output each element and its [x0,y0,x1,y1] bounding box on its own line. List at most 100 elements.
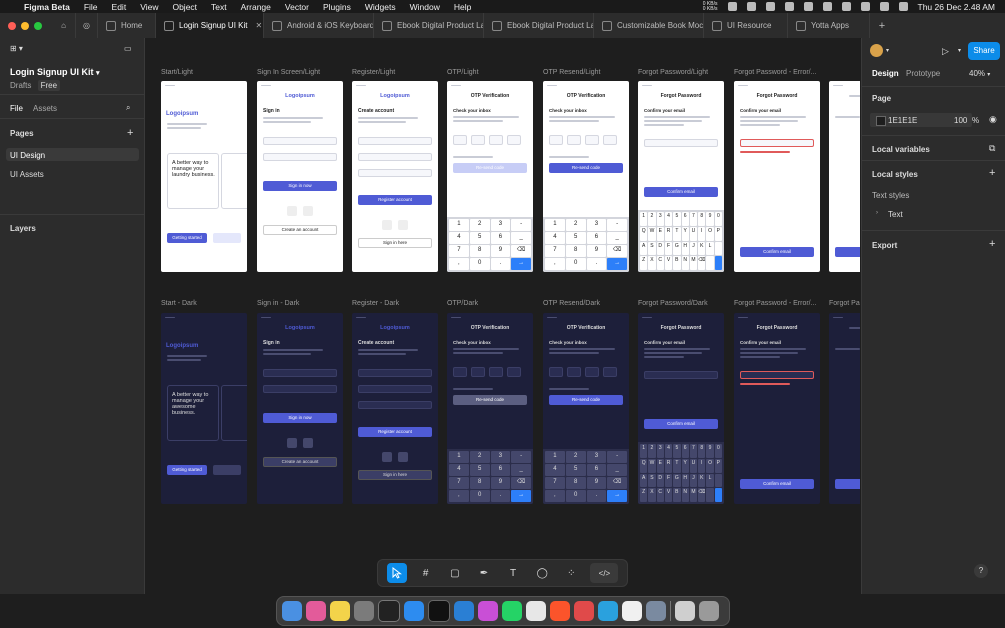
key[interactable]: 5 [469,464,490,476]
frame-label[interactable]: Forgot Pas [829,300,860,307]
pen-tool-icon[interactable]: ✒ [474,563,494,583]
figma-icon[interactable] [378,600,400,622]
launchpad-icon[interactable] [306,601,326,621]
key[interactable]: 0 [714,212,722,226]
key[interactable]: _ [511,464,531,476]
key[interactable] [714,256,722,270]
frame-start-dark[interactable]: Logoipsum A better way to manage your awe… [161,313,247,504]
frame-label[interactable]: Register - Dark [352,300,399,307]
key[interactable]: L [706,241,714,256]
variables-icon[interactable]: ⧉ [989,143,995,154]
tray-app-icon[interactable] [765,2,775,11]
resend-button[interactable]: Re-send code [549,163,623,173]
numeric-keypad[interactable]: 1 2 3- 4 5 6 _ 7 8 9 ⌫, 0. → [543,449,629,504]
key[interactable]: 9 [706,444,714,458]
tab-keyboard[interactable]: Android & iOS Keyboard li [264,13,374,38]
menu-plugins[interactable]: Plugins [323,2,351,12]
qwerty-keyboard[interactable]: 1 2 3 4 5 6 7 8 9 0 Q W E R T Y U I O P A S D F G H J K L Z X C V B N M ⌫ [638,442,724,504]
key[interactable]: 2 [648,444,656,458]
numeric-keypad[interactable]: 1 2 3- 4 5 6 _ 7 8 9 ⌫, 0. → [447,217,533,272]
clock[interactable]: Thu 26 Dec 2.48 AM [918,2,996,12]
otp-digit-box[interactable] [603,135,617,145]
menu-object[interactable]: Object [172,2,197,12]
key[interactable]: I [698,226,706,241]
key[interactable]: 4 [664,212,673,226]
key[interactable]: 1 [640,212,648,226]
input-field[interactable] [263,369,337,377]
numeric-keypad[interactable]: 1 2 3- 4 5 6 _ 7 8 9 ⌫, 0. → [543,217,629,272]
secondary-button[interactable]: Sign in here [358,470,432,480]
key[interactable]: 4 [545,232,565,244]
key[interactable]: ⌫ [607,245,627,257]
key[interactable]: 5 [565,464,586,476]
key[interactable]: Z [640,256,648,270]
frame-label[interactable]: OTP/Dark [447,300,478,307]
key[interactable]: → [607,258,627,270]
key[interactable]: 5 [469,232,490,244]
frame-label[interactable]: Forgot Password/Dark [638,300,708,307]
tab-book-mockup[interactable]: Customizable Book Mock [594,13,704,38]
key[interactable]: 9 [706,212,714,226]
numeric-keypad[interactable]: 1 2 3- 4 5 6 _ 7 8 9 ⌫, 0. → [447,449,533,504]
key[interactable]: 6 [681,212,689,226]
key[interactable]: 5 [565,232,586,244]
brave-icon[interactable] [550,601,570,621]
key[interactable]: B [673,488,681,502]
key[interactable]: M [689,488,698,502]
secondary-button[interactable]: Create an account [263,457,337,467]
key[interactable]: W [648,458,656,473]
wifi-icon[interactable] [860,2,870,11]
key[interactable]: 3 [586,451,607,463]
key[interactable]: J [689,473,698,488]
home-icon[interactable]: ⌂ [52,13,76,38]
new-tab-icon[interactable]: + [870,13,894,38]
key[interactable]: , [545,258,565,270]
key[interactable]: S [648,473,656,488]
tray-app-icon[interactable] [803,2,813,11]
key[interactable]: 7 [689,212,698,226]
app-icon[interactable] [526,601,546,621]
frame-start-light[interactable]: Logoipsum A better way to manage your lau… [161,81,247,272]
frame-label[interactable]: Start/Light [161,69,193,76]
key[interactable]: Q [640,458,648,473]
email-input[interactable] [740,371,814,379]
google-icon[interactable] [382,220,392,230]
tray-app-icon[interactable] [746,2,756,11]
key[interactable]: O [706,458,714,473]
key[interactable]: D [656,241,664,256]
zoom-window-button[interactable] [34,21,42,30]
key[interactable]: 3 [490,451,511,463]
frame-otp-dark[interactable]: OTP Verification Check your inbox Re-send … [447,313,533,504]
key[interactable]: 3 [656,212,664,226]
key[interactable]: 2 [648,212,656,226]
frame-label[interactable]: OTP Resend/Dark [543,300,600,307]
primary-button[interactable]: Register account [358,427,432,437]
settings-icon[interactable] [354,601,374,621]
key[interactable]: ⌫ [607,477,627,489]
otp-digit-box[interactable] [567,367,581,377]
key[interactable]: F [664,241,673,256]
chevron-right-icon[interactable]: › [876,210,878,216]
key[interactable]: 0 [469,490,490,502]
resend-button[interactable]: Re-send code [453,395,527,405]
otp-digit-box[interactable] [489,135,503,145]
input-field[interactable] [263,137,337,145]
key[interactable]: V [664,488,673,502]
share-button[interactable]: Share [968,42,1000,60]
frame-signin-dark[interactable]: Logoipsum Sign in Sign in now Create an acc… [257,313,343,504]
tab-prototype[interactable]: Prototype [906,69,940,78]
key[interactable]: 8 [565,245,586,257]
key[interactable]: 8 [698,212,706,226]
frame-forgot-light[interactable]: Forgot Password Confirm your email Confirm… [638,81,724,272]
key[interactable] [714,473,722,488]
key[interactable]: K [698,241,706,256]
design-canvas[interactable]: Start/Light Logoipsum A better way to mana… [145,38,860,594]
key[interactable]: X [648,256,656,270]
frame-label[interactable]: Sign in - Dark [257,300,299,307]
key[interactable]: , [545,490,565,502]
key[interactable]: 4 [449,232,469,244]
otp-digit-box[interactable] [453,135,467,145]
key[interactable]: ⌫ [698,256,706,270]
app-menu[interactable]: Figma Beta [24,2,70,12]
key[interactable]: N [681,488,689,502]
